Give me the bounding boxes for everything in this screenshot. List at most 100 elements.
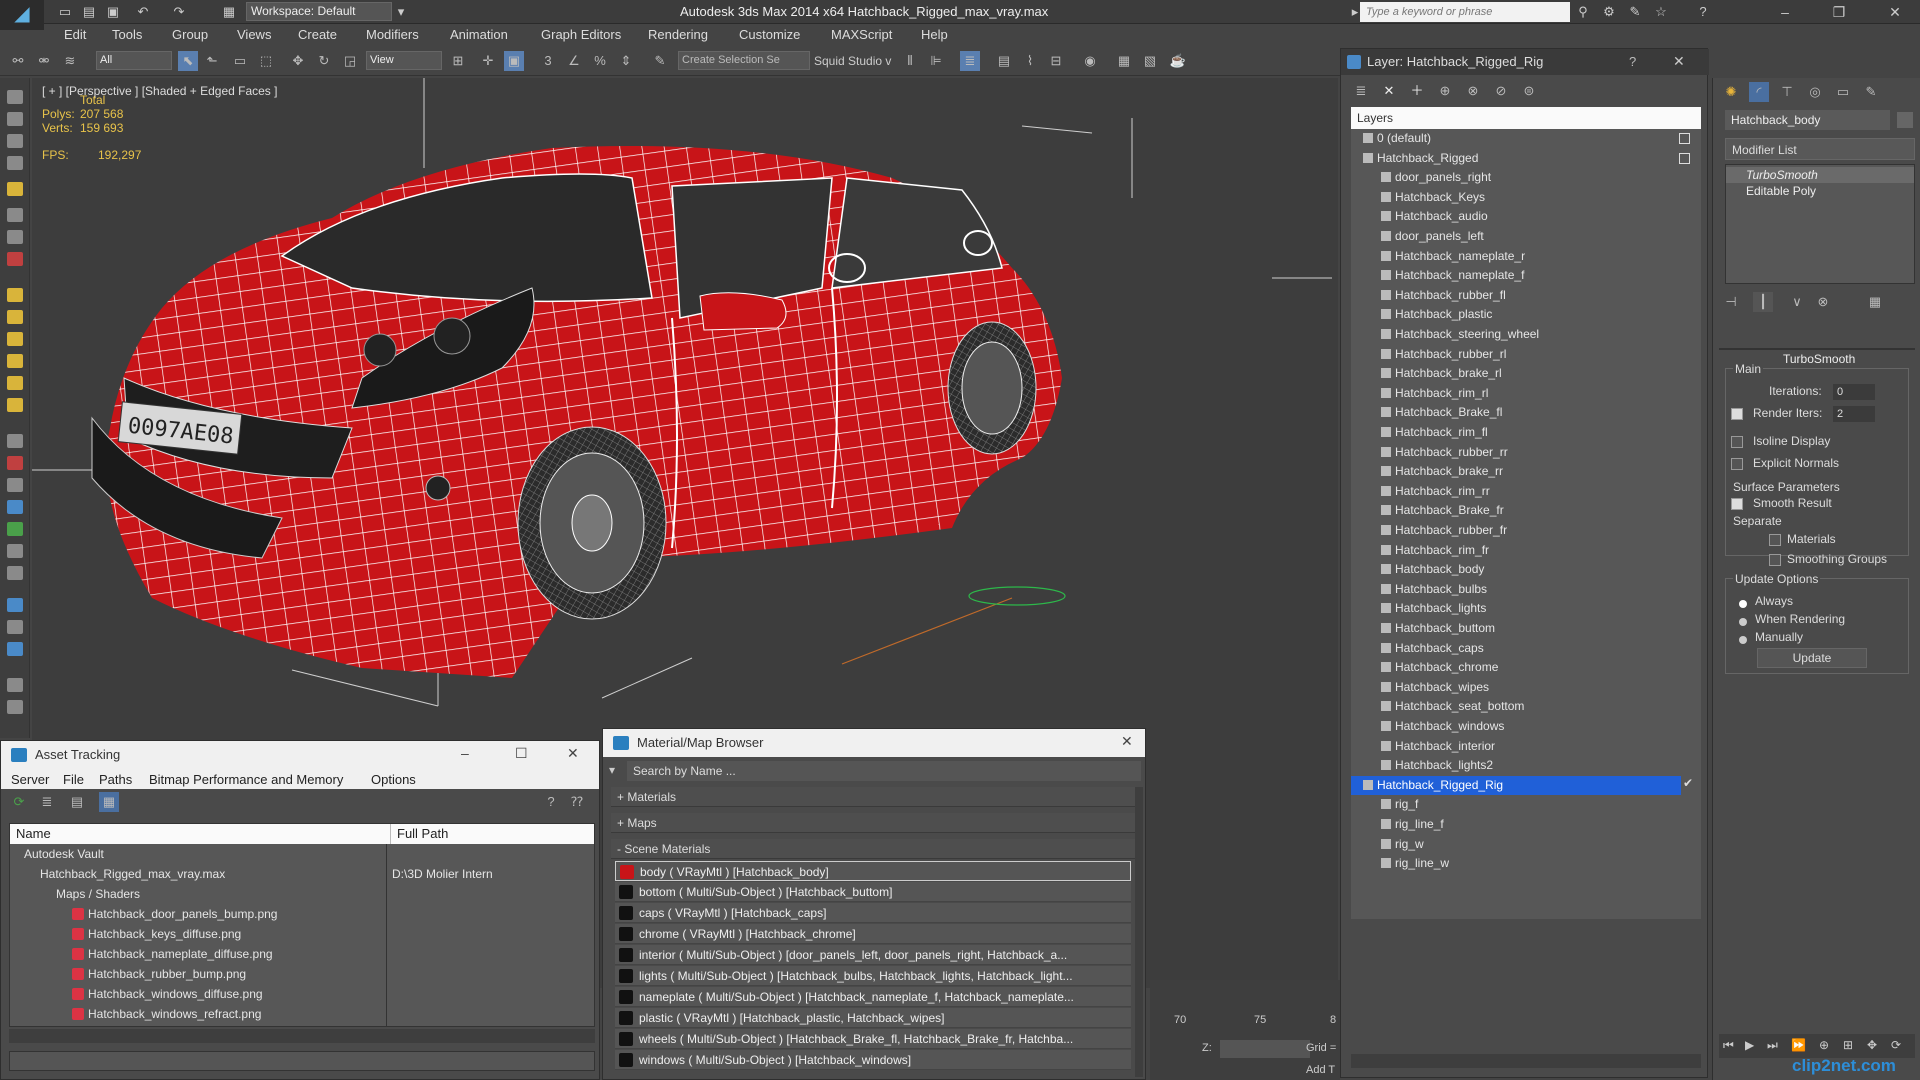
strip-tool-icon[interactable]	[7, 112, 23, 126]
make-unique-icon[interactable]: ∨	[1787, 292, 1807, 312]
material-row[interactable]: chrome ( VRayMtl ) [Hatchback_chrome]	[615, 924, 1131, 944]
layer-row[interactable]: Hatchback_seat_bottom	[1351, 697, 1681, 716]
help-icon[interactable]: ?	[1694, 3, 1712, 21]
curve-editor-icon[interactable]: ⌇	[1020, 51, 1040, 71]
category-scene-materials[interactable]: - Scene Materials	[611, 839, 1135, 859]
update-button[interactable]: Update	[1757, 648, 1867, 668]
orbit-icon[interactable]: ⟳	[1891, 1038, 1901, 1052]
layer-row[interactable]: Hatchback_steering_wheel	[1351, 325, 1681, 344]
material-row[interactable]: interior ( Multi/Sub-Object ) [door_pane…	[615, 945, 1131, 965]
percent-snap-icon[interactable]: %	[590, 51, 610, 71]
project-folder-icon[interactable]: ▦	[220, 3, 238, 21]
category-maps[interactable]: + Maps	[611, 813, 1135, 833]
strip-tool-icon[interactable]	[7, 500, 23, 514]
layer-row[interactable]: Hatchback_Rigged	[1351, 149, 1681, 168]
help-context-icon[interactable]: ⁇	[567, 792, 587, 812]
link-icon[interactable]: ⚯	[8, 51, 28, 71]
modify-tab-icon[interactable]: ◜	[1749, 82, 1769, 102]
layer-row[interactable]: Hatchback_nameplate_f	[1351, 266, 1681, 285]
pan-view-icon[interactable]: ✥	[1867, 1038, 1877, 1052]
layer-row[interactable]: 0 (default)	[1351, 129, 1681, 148]
asset-maximize-icon[interactable]: ☐	[515, 745, 528, 762]
strip-tool-icon[interactable]	[7, 642, 23, 656]
asset-menu-server[interactable]: Server	[11, 772, 49, 787]
strip-tool-icon[interactable]	[7, 700, 23, 714]
material-search-input[interactable]: Search by Name ...	[627, 761, 1141, 781]
asset-menu-options[interactable]: Options	[371, 772, 416, 787]
material-row[interactable]: caps ( VRayMtl ) [Hatchback_caps]	[615, 903, 1131, 923]
edit-named-selection-icon[interactable]: ✎	[650, 51, 670, 71]
strip-tool-icon[interactable]	[7, 544, 23, 558]
zoom-extents-icon[interactable]: ⊕	[1819, 1038, 1829, 1052]
z-coordinate-field[interactable]	[1220, 1040, 1310, 1058]
delete-layer-icon[interactable]: ✕	[1379, 81, 1399, 101]
detail-view-icon[interactable]: ▤	[67, 792, 87, 812]
select-move-icon[interactable]: ✥	[288, 51, 308, 71]
menu-create[interactable]: Create	[298, 27, 337, 42]
undo-icon[interactable]: ↶	[134, 3, 152, 21]
layer-row[interactable]: Hatchback_rubber_rl	[1351, 345, 1681, 364]
layer-row[interactable]: rig_w	[1351, 835, 1681, 854]
select-object-icon[interactable]: ⬉	[178, 51, 198, 71]
layer-row[interactable]: Hatchback_wipes	[1351, 678, 1681, 697]
quick-access-menu-icon[interactable]: ▾	[392, 3, 410, 21]
pivot-center-icon[interactable]: ⊞	[448, 51, 468, 71]
hierarchy-tab-icon[interactable]: ⊤	[1777, 82, 1797, 102]
isoline-display-checkbox[interactable]	[1731, 436, 1743, 448]
asset-row[interactable]: Autodesk Vault	[10, 844, 594, 864]
smooth-result-checkbox[interactable]	[1731, 498, 1743, 510]
asset-row[interactable]: Hatchback_rubber_bump.png	[10, 964, 594, 984]
layer-row[interactable]: Hatchback_Brake_fr	[1351, 501, 1681, 520]
layer-row[interactable]: Hatchback_Brake_fl	[1351, 403, 1681, 422]
layer-row[interactable]: Hatchback_caps	[1351, 639, 1681, 658]
render-setup-icon[interactable]: ▦	[1114, 51, 1134, 71]
object-name-field[interactable]: Hatchback_body	[1725, 110, 1890, 130]
update-manually-radio[interactable]	[1739, 636, 1747, 644]
layer-row[interactable]: Hatchback_bulbs	[1351, 580, 1681, 599]
strip-tool-icon[interactable]	[7, 376, 23, 390]
update-when-rendering-radio[interactable]	[1739, 618, 1747, 626]
named-selection-set-input[interactable]: Create Selection Se	[678, 51, 810, 70]
rendered-frame-window-icon[interactable]: ▧	[1140, 51, 1160, 71]
separate-smoothing-groups-checkbox[interactable]	[1769, 554, 1781, 566]
add-selection-to-layer-icon[interactable]: ⊕	[1435, 81, 1455, 101]
subscription-icon[interactable]: ⚙	[1600, 3, 1618, 21]
binoculars-icon[interactable]: ⚲	[1574, 3, 1592, 21]
toggle-ribbon-icon[interactable]: ▤	[994, 51, 1014, 71]
column-name-header[interactable]: Name	[16, 824, 51, 844]
workspace-dropdown[interactable]: Workspace: Default	[246, 2, 392, 21]
strip-tool-icon[interactable]	[7, 310, 23, 324]
menu-maxscript[interactable]: MAXScript	[831, 27, 892, 42]
layer-row[interactable]: door_panels_left	[1351, 227, 1681, 246]
select-rotate-icon[interactable]: ↻	[314, 51, 334, 71]
redo-icon[interactable]: ↷	[170, 3, 188, 21]
menu-graph-editors[interactable]: Graph Editors	[541, 27, 621, 42]
open-file-icon[interactable]: ▤	[80, 3, 98, 21]
layer-row[interactable]: Hatchback_rubber_fl	[1351, 286, 1681, 305]
configure-modifier-sets-icon[interactable]: ▦	[1865, 292, 1885, 312]
strip-tool-icon[interactable]	[7, 678, 23, 692]
render-iters-spinner[interactable]: 2	[1833, 406, 1875, 422]
menu-customize[interactable]: Customize	[739, 27, 800, 42]
layer-row[interactable]: Hatchback_brake_rl	[1351, 364, 1681, 383]
strip-tool-icon[interactable]	[7, 156, 23, 170]
layer-row[interactable]: Hatchback_Keys	[1351, 188, 1681, 207]
keyword-search-input[interactable]: Type a keyword or phrase	[1360, 2, 1570, 22]
layer-row[interactable]: Hatchback_rim_fr	[1351, 541, 1681, 560]
layer-row[interactable]: Hatchback_lights	[1351, 599, 1681, 618]
asset-row[interactable]: Hatchback_Rigged_max_vray.max D:\3D Molie…	[10, 864, 594, 884]
layer-horizontal-scrollbar[interactable]	[1351, 1054, 1701, 1068]
select-layer-objects-icon[interactable]: ⊗	[1463, 81, 1483, 101]
layer-active-checkbox[interactable]	[1679, 152, 1690, 164]
asset-row[interactable]: Hatchback_door_panels_bump.png	[10, 904, 594, 924]
layer-row[interactable]: Hatchback_rim_rl	[1351, 384, 1681, 403]
goto-start-icon[interactable]: ⏮	[1723, 1038, 1734, 1053]
list-view-icon[interactable]: ≣	[37, 792, 57, 812]
strip-tool-icon[interactable]	[7, 598, 23, 612]
window-crossing-icon[interactable]: ⬚	[256, 51, 276, 71]
material-browser-titlebar[interactable]: Material/Map Browser	[603, 729, 1145, 757]
strip-tool-icon[interactable]	[7, 230, 23, 244]
communication-icon[interactable]: ✎	[1626, 3, 1644, 21]
asset-menu-file[interactable]: File	[63, 772, 84, 787]
layer-row[interactable]: Hatchback_rubber_rr	[1351, 443, 1681, 462]
